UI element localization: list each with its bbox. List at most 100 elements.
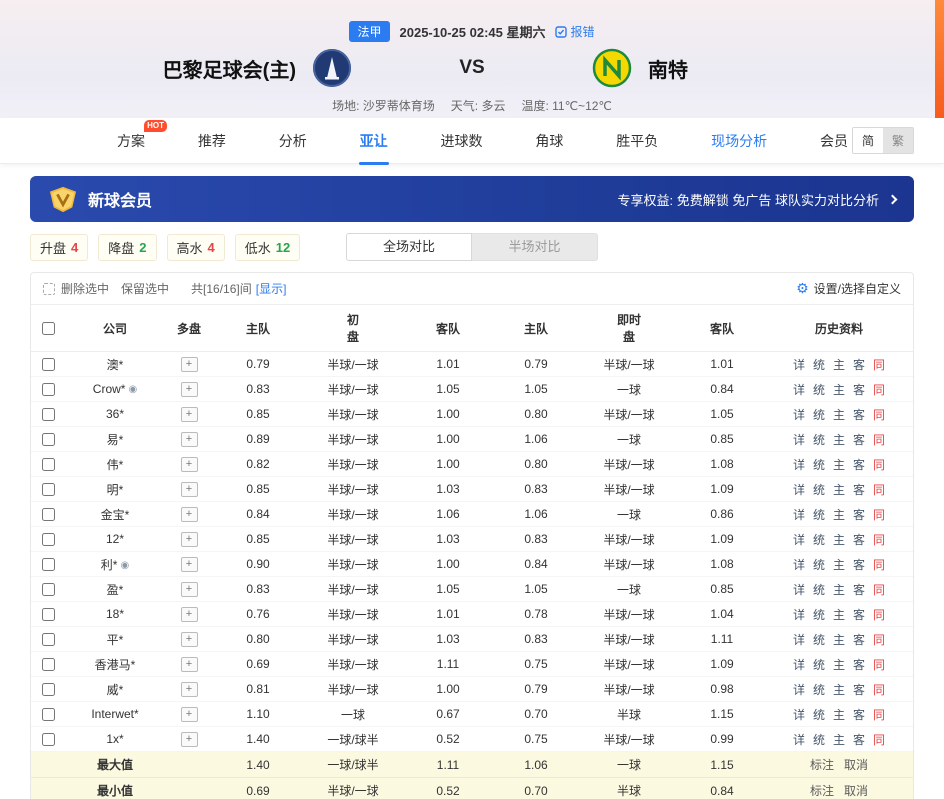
history-link-away[interactable]: 客 <box>853 558 865 572</box>
history-link-home[interactable]: 主 <box>833 533 845 547</box>
history-link-detail[interactable]: 详 <box>793 708 805 722</box>
history-link-away[interactable]: 客 <box>853 508 865 522</box>
row-checkbox[interactable] <box>42 383 55 396</box>
vip-banner[interactable]: 新球会员 专享权益: 免费解锁 免广告 球队实力对比分析 <box>30 176 914 222</box>
history-link-away[interactable]: 客 <box>853 358 865 372</box>
row-checkbox[interactable] <box>42 733 55 746</box>
row-checkbox[interactable] <box>42 683 55 696</box>
tab-recommend[interactable]: 推荐 <box>196 117 228 165</box>
mark-link[interactable]: 标注 <box>810 784 834 798</box>
history-link-same[interactable]: 同 <box>873 408 885 422</box>
company-name[interactable]: Crow*◉ <box>65 377 165 402</box>
filter-rise[interactable]: 升盘4 <box>30 234 88 261</box>
history-link-detail[interactable]: 详 <box>793 408 805 422</box>
history-link-home[interactable]: 主 <box>833 483 845 497</box>
company-name[interactable]: 香港马* <box>65 652 165 677</box>
history-link-stats[interactable]: 统 <box>813 583 825 597</box>
row-checkbox[interactable] <box>42 408 55 421</box>
history-link-stats[interactable]: 统 <box>813 433 825 447</box>
history-link-detail[interactable]: 详 <box>793 608 805 622</box>
company-name[interactable]: Interwet* <box>65 702 165 727</box>
history-link-detail[interactable]: 详 <box>793 508 805 522</box>
row-checkbox[interactable] <box>42 708 55 721</box>
history-link-away[interactable]: 客 <box>853 683 865 697</box>
history-link-detail[interactable]: 详 <box>793 558 805 572</box>
show-link[interactable]: [显示] <box>256 280 287 297</box>
half-match-toggle[interactable]: 半场对比 <box>472 233 598 261</box>
vip-benefits[interactable]: 专享权益: 免费解锁 免广告 球队实力对比分析 <box>618 190 896 209</box>
history-link-stats[interactable]: 统 <box>813 733 825 747</box>
tab-membership[interactable]: 会员 <box>818 117 850 165</box>
history-link-home[interactable]: 主 <box>833 383 845 397</box>
history-link-home[interactable]: 主 <box>833 433 845 447</box>
history-link-stats[interactable]: 统 <box>813 533 825 547</box>
history-link-same[interactable]: 同 <box>873 483 885 497</box>
history-link-home[interactable]: 主 <box>833 558 845 572</box>
history-link-stats[interactable]: 统 <box>813 458 825 472</box>
history-link-stats[interactable]: 统 <box>813 558 825 572</box>
report-error-link[interactable]: 报错 <box>555 23 594 40</box>
history-link-detail[interactable]: 详 <box>793 483 805 497</box>
company-name[interactable]: 12* <box>65 527 165 552</box>
cancel-link[interactable]: 取消 <box>844 758 868 772</box>
expand-row-button[interactable]: + <box>181 682 198 697</box>
history-link-away[interactable]: 客 <box>853 458 865 472</box>
row-checkbox[interactable] <box>42 558 55 571</box>
company-name[interactable]: 明* <box>65 477 165 502</box>
history-link-stats[interactable]: 统 <box>813 683 825 697</box>
row-checkbox[interactable] <box>42 433 55 446</box>
company-name[interactable]: 1x* <box>65 727 165 752</box>
company-name[interactable]: 澳* <box>65 352 165 377</box>
history-link-same[interactable]: 同 <box>873 558 885 572</box>
history-link-same[interactable]: 同 <box>873 683 885 697</box>
row-checkbox[interactable] <box>42 608 55 621</box>
history-link-home[interactable]: 主 <box>833 408 845 422</box>
tab-live-analysis[interactable]: 现场分析 <box>709 117 769 165</box>
expand-row-button[interactable]: + <box>181 382 198 397</box>
tab-1x2[interactable]: 胜平负 <box>614 117 660 165</box>
history-link-same[interactable]: 同 <box>873 358 885 372</box>
history-link-stats[interactable]: 统 <box>813 358 825 372</box>
cancel-link[interactable]: 取消 <box>844 784 868 798</box>
history-link-same[interactable]: 同 <box>873 608 885 622</box>
history-link-same[interactable]: 同 <box>873 533 885 547</box>
history-link-stats[interactable]: 统 <box>813 408 825 422</box>
expand-row-button[interactable]: + <box>181 632 198 647</box>
history-link-detail[interactable]: 详 <box>793 658 805 672</box>
company-name[interactable]: 盈* <box>65 577 165 602</box>
mark-link[interactable]: 标注 <box>810 758 834 772</box>
expand-row-button[interactable]: + <box>181 557 198 572</box>
filter-drop[interactable]: 降盘2 <box>98 234 156 261</box>
tab-analysis[interactable]: 分析 <box>277 117 309 165</box>
history-link-stats[interactable]: 统 <box>813 658 825 672</box>
filter-low-water[interactable]: 低水12 <box>235 234 300 261</box>
expand-row-button[interactable]: + <box>181 607 198 622</box>
company-name[interactable]: 平* <box>65 627 165 652</box>
history-link-same[interactable]: 同 <box>873 708 885 722</box>
history-link-stats[interactable]: 统 <box>813 508 825 522</box>
expand-row-button[interactable]: + <box>181 457 198 472</box>
row-checkbox[interactable] <box>42 358 55 371</box>
history-link-detail[interactable]: 详 <box>793 633 805 647</box>
history-link-away[interactable]: 客 <box>853 583 865 597</box>
history-link-same[interactable]: 同 <box>873 433 885 447</box>
expand-row-button[interactable]: + <box>181 482 198 497</box>
history-link-away[interactable]: 客 <box>853 608 865 622</box>
league-badge[interactable]: 法甲 <box>349 21 389 42</box>
company-name[interactable]: 伟* <box>65 452 165 477</box>
history-link-home[interactable]: 主 <box>833 658 845 672</box>
settings-button[interactable]: ⚙ 设置/选择自定义 <box>796 280 901 297</box>
company-name[interactable]: 36* <box>65 402 165 427</box>
history-link-away[interactable]: 客 <box>853 533 865 547</box>
history-link-same[interactable]: 同 <box>873 508 885 522</box>
history-link-detail[interactable]: 详 <box>793 583 805 597</box>
expand-row-button[interactable]: + <box>181 532 198 547</box>
expand-row-button[interactable]: + <box>181 357 198 372</box>
history-link-away[interactable]: 客 <box>853 733 865 747</box>
row-checkbox[interactable] <box>42 508 55 521</box>
history-link-detail[interactable]: 详 <box>793 383 805 397</box>
history-link-detail[interactable]: 详 <box>793 733 805 747</box>
history-link-home[interactable]: 主 <box>833 683 845 697</box>
row-checkbox[interactable] <box>42 658 55 671</box>
history-link-detail[interactable]: 详 <box>793 358 805 372</box>
